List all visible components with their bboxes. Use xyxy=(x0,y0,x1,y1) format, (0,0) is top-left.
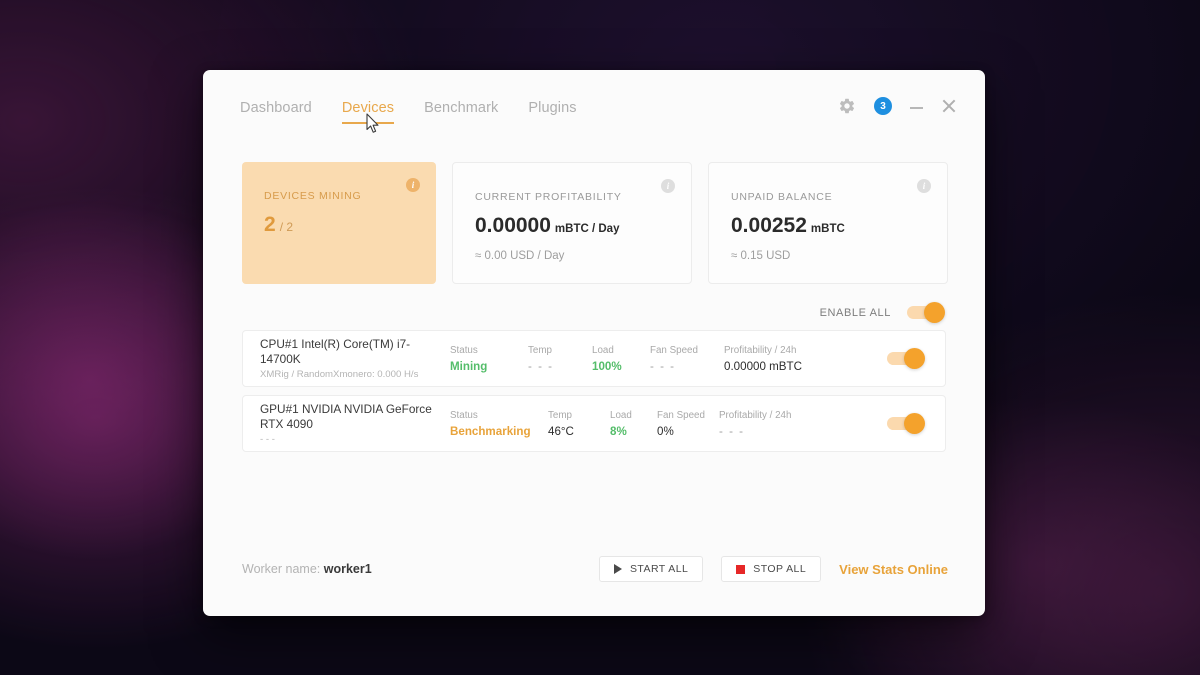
table-row[interactable]: CPU#1 Intel(R) Core(TM) i7-14700K XMRig … xyxy=(242,330,946,387)
card-unpaid-balance: i UNPAID BALANCE 0.00252 mBTC ≈ 0.15 USD xyxy=(708,162,948,284)
table-row[interactable]: GPU#1 NVIDIA NVIDIA GeForce RTX 4090 - -… xyxy=(242,395,946,452)
stat-load: Load 100% xyxy=(592,345,650,373)
worker-name-value: worker1 xyxy=(323,562,372,576)
card-devices-mining: i DEVICES MINING 2 / 2 xyxy=(242,162,436,284)
start-all-label: START ALL xyxy=(629,563,689,575)
card-unpaid-balance-sub: ≈ 0.15 USD xyxy=(731,250,791,263)
footer-actions: START ALL STOP ALL View Stats Online xyxy=(598,556,948,582)
minimize-icon[interactable] xyxy=(910,100,923,113)
stat-profitability-header: Profitability / 24h xyxy=(719,409,792,421)
device-algorithm: - - - xyxy=(260,433,275,445)
stat-fan-speed-header: Fan Speed xyxy=(650,344,698,356)
stat-profitability-header: Profitability / 24h xyxy=(724,344,797,356)
app-window: Dashboard Devices Benchmark Plugins 3 i … xyxy=(203,70,985,616)
stat-load: Load 8% xyxy=(610,410,657,438)
stat-load-header: Load xyxy=(592,344,614,356)
devices-mining-total: / 2 xyxy=(279,220,294,234)
enable-all-label: ENABLE ALL xyxy=(819,306,891,319)
stat-status: Status Mining xyxy=(450,345,528,373)
tab-benchmark-label: Benchmark xyxy=(424,100,499,116)
stat-temp-value: 46°C xyxy=(548,424,574,438)
tab-plugins-label: Plugins xyxy=(528,100,577,116)
card-current-profitability-label: CURRENT PROFITABILITY xyxy=(475,191,622,203)
device-name-column: GPU#1 NVIDIA NVIDIA GeForce RTX 4090 - -… xyxy=(260,402,450,444)
stat-load-header: Load xyxy=(610,409,632,421)
footer: Worker name: worker1 START ALL STOP ALL … xyxy=(203,556,985,582)
stop-all-button[interactable]: STOP ALL xyxy=(721,556,822,582)
stat-status-header: Status xyxy=(450,344,478,356)
stat-temp: Temp 46°C xyxy=(548,410,610,438)
card-devices-mining-label: DEVICES MINING xyxy=(264,190,362,202)
enable-all-toggle[interactable] xyxy=(907,301,945,323)
stop-icon xyxy=(736,564,746,574)
stat-fan-speed-value: 0% xyxy=(657,424,674,438)
stat-temp-header: Temp xyxy=(548,409,572,421)
tab-benchmark[interactable]: Benchmark xyxy=(424,100,498,124)
card-current-profitability-sub: ≈ 0.00 USD / Day xyxy=(475,250,565,263)
stat-profitability-value: - - - xyxy=(719,424,745,438)
stat-temp-value: - - - xyxy=(528,359,554,373)
stat-fan-speed: Fan Speed - - - xyxy=(650,345,724,373)
card-current-profitability-value: 0.00000 mBTC / Day xyxy=(475,214,669,237)
start-all-button[interactable]: START ALL xyxy=(598,556,704,582)
device-name-column: CPU#1 Intel(R) Core(TM) i7-14700K XMRig … xyxy=(260,337,450,379)
card-unpaid-balance-value: 0.00252 mBTC xyxy=(731,214,925,237)
stat-status-value: Mining xyxy=(450,359,488,373)
card-devices-mining-value: 2 / 2 xyxy=(264,213,414,236)
tab-bar: Dashboard Devices Benchmark Plugins xyxy=(240,100,577,124)
stat-load-value: 8% xyxy=(610,424,627,438)
current-profitability-unit: mBTC / Day xyxy=(554,223,620,235)
device-name: GPU#1 NVIDIA NVIDIA GeForce RTX 4090 xyxy=(260,402,432,431)
stat-profitability-value: 0.00000 mBTC xyxy=(724,359,802,373)
tab-dashboard-label: Dashboard xyxy=(240,100,312,116)
titlebar: Dashboard Devices Benchmark Plugins 3 xyxy=(203,70,985,138)
device-stats: Status Benchmarking Temp 46°C Load 8% Fa… xyxy=(450,410,887,438)
unpaid-balance-unit: mBTC xyxy=(810,223,845,235)
card-unpaid-balance-label: UNPAID BALANCE xyxy=(731,191,833,203)
info-icon[interactable]: i xyxy=(661,179,675,193)
enable-all-row: ENABLE ALL xyxy=(203,284,985,323)
view-stats-online-link[interactable]: View Stats Online xyxy=(839,562,948,577)
worker-name-display: Worker name: worker1 xyxy=(242,562,372,576)
tab-dashboard[interactable]: Dashboard xyxy=(240,100,312,124)
stat-fan-speed-value: - - - xyxy=(650,359,676,373)
notification-count: 3 xyxy=(880,100,886,112)
tab-plugins[interactable]: Plugins xyxy=(528,100,576,124)
summary-cards: i DEVICES MINING 2 / 2 i CURRENT PROFITA… xyxy=(203,138,985,284)
device-toggle[interactable] xyxy=(887,347,925,369)
stop-all-label: STOP ALL xyxy=(753,563,807,575)
worker-name-prefix: Worker name: xyxy=(242,562,321,576)
card-current-profitability: i CURRENT PROFITABILITY 0.00000 mBTC / D… xyxy=(452,162,692,284)
stat-temp: Temp - - - xyxy=(528,345,592,373)
device-name: CPU#1 Intel(R) Core(TM) i7-14700K xyxy=(260,337,411,366)
unpaid-balance-amount: 0.00252 xyxy=(731,214,807,237)
stat-profitability: Profitability / 24h 0.00000 mBTC xyxy=(724,345,844,373)
stat-status: Status Benchmarking xyxy=(450,410,548,438)
play-icon xyxy=(613,564,622,574)
stat-temp-header: Temp xyxy=(528,344,552,356)
gear-icon[interactable] xyxy=(838,97,856,115)
toggle-knob xyxy=(904,412,925,434)
toggle-knob xyxy=(904,347,925,369)
device-toggle[interactable] xyxy=(887,412,925,434)
stat-status-value: Benchmarking xyxy=(450,424,531,438)
stat-fan-speed-header: Fan Speed xyxy=(657,409,705,421)
close-icon[interactable] xyxy=(941,98,957,114)
notification-badge[interactable]: 3 xyxy=(874,97,892,115)
stat-profitability: Profitability / 24h - - - xyxy=(719,410,839,438)
device-list: CPU#1 Intel(R) Core(TM) i7-14700K XMRig … xyxy=(203,319,985,452)
devices-mining-count: 2 xyxy=(264,213,276,236)
info-icon[interactable]: i xyxy=(406,178,420,192)
toggle-knob xyxy=(924,301,945,323)
device-stats: Status Mining Temp - - - Load 100% Fan S… xyxy=(450,345,887,373)
stat-fan-speed: Fan Speed 0% xyxy=(657,410,719,438)
current-profitability-amount: 0.00000 xyxy=(475,214,551,237)
stat-load-value: 100% xyxy=(592,359,622,373)
tab-devices-label: Devices xyxy=(341,100,395,116)
device-algorithm: XMRig / RandomXmonero: 0.000 H/s xyxy=(260,368,419,380)
stat-status-header: Status xyxy=(450,409,478,421)
window-controls: 3 xyxy=(838,97,957,115)
tab-devices[interactable]: Devices xyxy=(341,100,395,124)
info-icon[interactable]: i xyxy=(917,179,931,193)
